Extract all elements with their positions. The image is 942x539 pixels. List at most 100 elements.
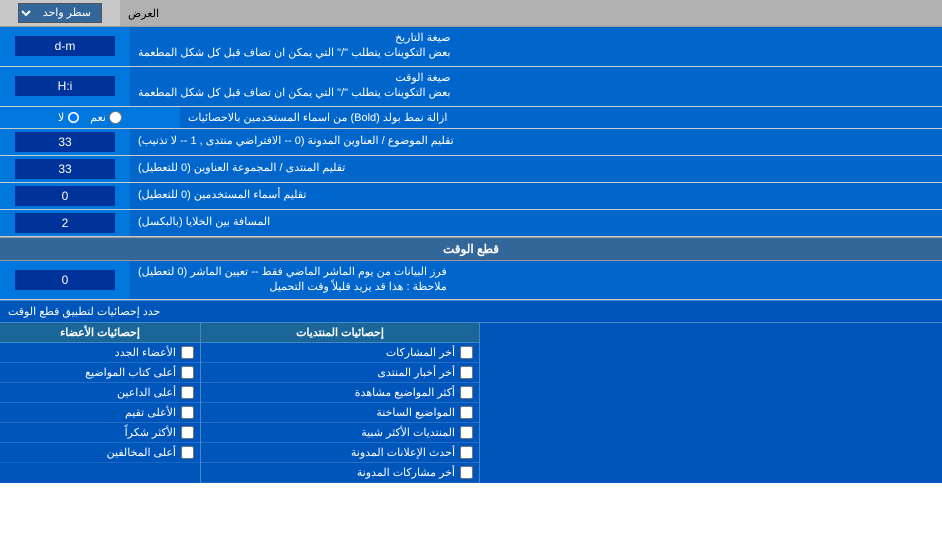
users-trim-label: تقليم أسماء المستخدمين (0 للتعطيل) <box>130 183 942 209</box>
realtime-line1: فرز البيانات من يوم الماشر الماضي فقط --… <box>138 266 447 278</box>
forum-stats-item-7: أخر مشاركات المدونة <box>201 463 479 483</box>
forum-stats-check-4[interactable] <box>460 406 473 419</box>
radio-no-input[interactable] <box>67 111 80 124</box>
space-row: المسافة بين الخلايا (بالبكسل) <box>0 210 942 237</box>
space-label: المسافة بين الخلايا (بالبكسل) <box>130 210 942 236</box>
forum-stats-item-3: أكثر المواضيع مشاهدة <box>201 383 479 403</box>
stats-columns: إحصائيات المنتديات أخر المشاركات أخر أخب… <box>0 323 942 483</box>
forum-stats-check-5[interactable] <box>460 426 473 439</box>
member-stats-label-4: الأعلى تقيم <box>125 406 176 419</box>
realtime-section-title: قطع الوقت <box>0 238 942 260</box>
date-format-input[interactable] <box>15 36 115 56</box>
forum-trim-label: تقليم المنتدى / المجموعة العناوين (0 للت… <box>130 156 942 182</box>
stats-main-text: حدد إحصائيات لتطبيق قطع الوقت <box>8 305 160 318</box>
member-stats-check-5[interactable] <box>181 426 194 439</box>
member-stats-label-1: الأعضاء الجدد <box>115 346 176 359</box>
remove-bold-row: ازالة نمط بولد (Bold) من اسماء المستخدمي… <box>0 107 942 129</box>
radio-no-label: لا <box>58 111 64 124</box>
date-format-title: صيغة التاريخ <box>395 32 450 44</box>
member-stats-item-5: الأكثر شكراً <box>0 423 200 443</box>
member-stats-item-2: أعلى كتاب المواضيع <box>0 363 200 383</box>
date-format-label: صيغة التاريخ بعض التكوينات يتطلب "/" الت… <box>130 27 942 66</box>
forum-stats-item-6: أحدث الإعلانات المدونة <box>201 443 479 463</box>
stats-left-spacer <box>480 323 942 483</box>
member-stats-column: إحصائيات الأعضاء الأعضاء الجدد أعلى كتاب… <box>0 323 200 483</box>
member-stats-label-5: الأكثر شكراً <box>125 426 176 439</box>
date-format-desc: بعض التكوينات يتطلب "/" التي يمكن ان تضا… <box>138 47 450 59</box>
radio-yes-input[interactable] <box>109 111 122 124</box>
forum-stats-check-1[interactable] <box>460 346 473 359</box>
realtime-row: فرز البيانات من يوم الماشر الماضي فقط --… <box>0 261 942 301</box>
forum-stats-check-6[interactable] <box>460 446 473 459</box>
forum-stats-column: إحصائيات المنتديات أخر المشاركات أخر أخب… <box>200 323 480 483</box>
realtime-input[interactable] <box>15 270 115 290</box>
forum-stats-item-2: أخر أخبار المنتدى <box>201 363 479 383</box>
forum-stats-item-1: أخر المشاركات <box>201 343 479 363</box>
remove-bold-text: ازالة نمط بولد (Bold) من اسماء المستخدمي… <box>188 111 447 124</box>
member-stats-header-text: إحصائيات الأعضاء <box>60 327 140 339</box>
space-input-cell <box>0 210 130 236</box>
users-trim-row: تقليم أسماء المستخدمين (0 للتعطيل) <box>0 183 942 210</box>
realtime-label: فرز البيانات من يوم الماشر الماضي فقط --… <box>130 261 942 300</box>
header-row: العرض سطر واحد سطرين ثلاثة أسطر <box>0 0 942 27</box>
remove-bold-label: ازالة نمط بولد (Bold) من اسماء المستخدمي… <box>180 107 942 128</box>
forum-trim-input[interactable] <box>15 159 115 179</box>
member-stats-check-6[interactable] <box>181 446 194 459</box>
stats-main-label: حدد إحصائيات لتطبيق قطع الوقت <box>0 301 942 322</box>
forum-stats-item-5: المنتديات الأكثر شبية <box>201 423 479 443</box>
users-trim-input-cell <box>0 183 130 209</box>
space-input[interactable] <box>15 213 115 233</box>
realtime-input-cell <box>0 261 130 300</box>
member-stats-check-1[interactable] <box>181 346 194 359</box>
date-format-input-cell <box>0 27 130 66</box>
member-stats-item-4: الأعلى تقيم <box>0 403 200 423</box>
radio-yes-option: نعم <box>90 111 122 124</box>
topic-trim-row: تقليم الموضوع / العناوين المدونة (0 -- ا… <box>0 129 942 156</box>
forum-stats-check-7[interactable] <box>460 466 473 479</box>
forum-stats-header: إحصائيات المنتديات <box>201 323 479 343</box>
member-stats-label-3: أعلى الداعين <box>117 386 176 399</box>
time-format-input-cell <box>0 67 130 106</box>
member-stats-item-6: أعلى المخالفين <box>0 443 200 463</box>
header-select-cell: سطر واحد سطرين ثلاثة أسطر <box>0 0 120 26</box>
forum-stats-label-2: أخر أخبار المنتدى <box>377 366 455 379</box>
space-text: المسافة بين الخلايا (بالبكسل) <box>138 215 270 230</box>
realtime-line2: ملاحظة : هذا قد يزيد قليلاً وقت التحميل <box>270 281 447 293</box>
forum-stats-label-6: أحدث الإعلانات المدونة <box>351 446 455 459</box>
header-title: العرض <box>128 7 159 20</box>
main-container: العرض سطر واحد سطرين ثلاثة أسطر صيغة الت… <box>0 0 942 483</box>
forum-stats-label-1: أخر المشاركات <box>386 346 455 359</box>
users-trim-input[interactable] <box>15 186 115 206</box>
member-stats-check-2[interactable] <box>181 366 194 379</box>
time-format-desc: بعض التكوينات يتطلب "/" التي يمكن ان تضا… <box>138 87 450 99</box>
member-stats-check-3[interactable] <box>181 386 194 399</box>
member-stats-header: إحصائيات الأعضاء <box>0 323 200 343</box>
member-stats-check-4[interactable] <box>181 406 194 419</box>
radio-no-option: لا <box>58 111 80 124</box>
users-trim-text: تقليم أسماء المستخدمين (0 للتعطيل) <box>138 188 306 203</box>
forum-stats-label-5: المنتديات الأكثر شبية <box>361 426 455 439</box>
member-stats-label-2: أعلى كتاب المواضيع <box>85 366 176 379</box>
member-stats-item-3: أعلى الداعين <box>0 383 200 403</box>
radio-yes-label: نعم <box>90 111 106 124</box>
date-format-row: صيغة التاريخ بعض التكوينات يتطلب "/" الت… <box>0 27 942 67</box>
topic-trim-text: تقليم الموضوع / العناوين المدونة (0 -- ا… <box>138 134 454 149</box>
topic-trim-label: تقليم الموضوع / العناوين المدونة (0 -- ا… <box>130 129 942 155</box>
remove-bold-options: نعم لا <box>0 107 180 128</box>
time-format-input[interactable] <box>15 76 115 96</box>
time-format-label: صيغة الوقت بعض التكوينات يتطلب "/" التي … <box>130 67 942 106</box>
forum-trim-row: تقليم المنتدى / المجموعة العناوين (0 للت… <box>0 156 942 183</box>
time-format-title: صيغة الوقت <box>395 72 450 84</box>
member-stats-label-6: أعلى المخالفين <box>107 446 176 459</box>
header-label: العرض <box>120 0 942 26</box>
forum-stats-item-4: المواضيع الساخنة <box>201 403 479 423</box>
member-stats-item-1: الأعضاء الجدد <box>0 343 200 363</box>
forum-stats-label-7: أخر مشاركات المدونة <box>357 466 455 479</box>
display-select[interactable]: سطر واحد سطرين ثلاثة أسطر <box>18 3 102 23</box>
forum-stats-check-2[interactable] <box>460 366 473 379</box>
topic-trim-input[interactable] <box>15 132 115 152</box>
forum-stats-label-3: أكثر المواضيع مشاهدة <box>355 386 455 399</box>
forum-trim-input-cell <box>0 156 130 182</box>
realtime-section-header: قطع الوقت <box>0 237 942 261</box>
forum-stats-check-3[interactable] <box>460 386 473 399</box>
